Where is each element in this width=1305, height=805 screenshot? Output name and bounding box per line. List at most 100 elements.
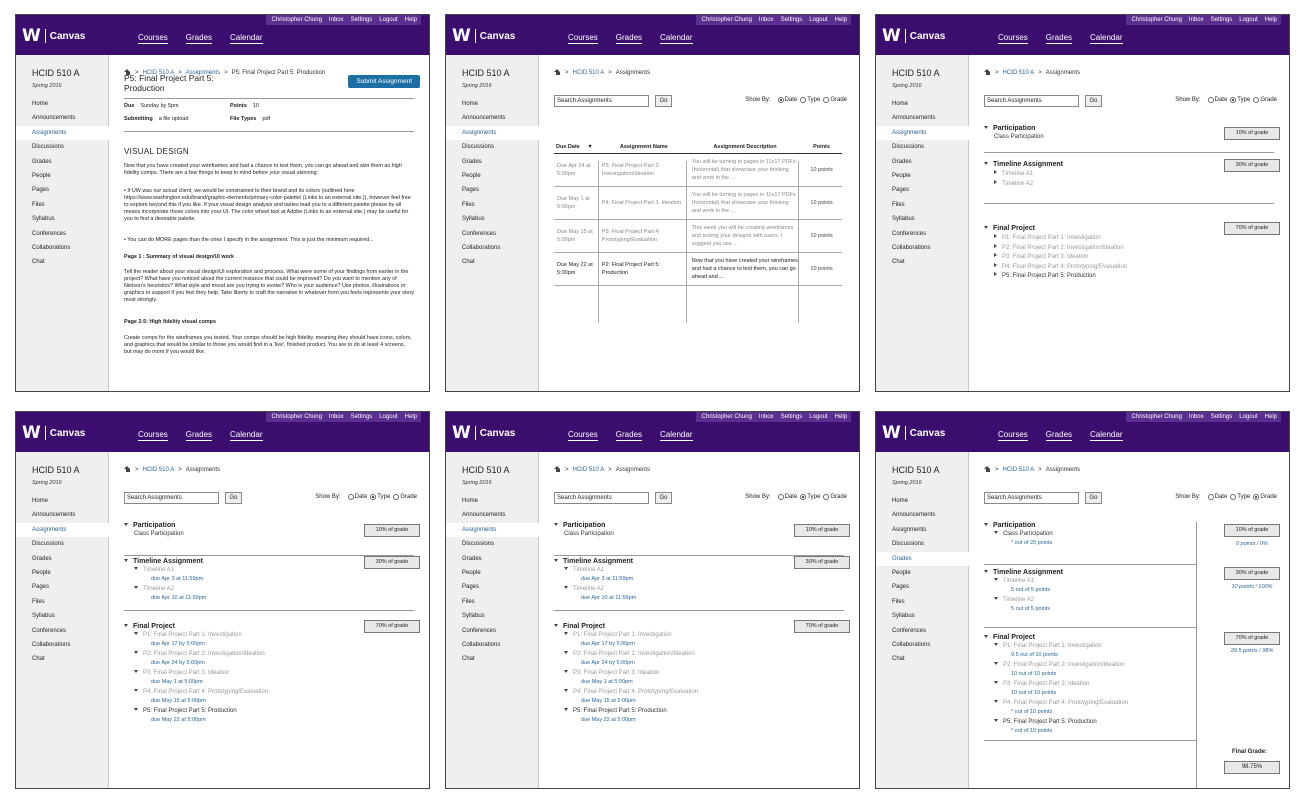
canvas-logo[interactable]: W Canvas — [452, 28, 515, 45]
sidebar-item-chat[interactable]: Chat — [16, 255, 109, 269]
show-by-type-radio[interactable] — [1230, 494, 1237, 500]
sidebar-item-announcements[interactable]: Announcements — [446, 111, 539, 125]
list-item[interactable]: Class Participation — [994, 531, 1053, 537]
group-title[interactable]: Participation — [984, 125, 1035, 132]
list-item[interactable]: P2: Final Project Part 2: Investigation/… — [994, 662, 1125, 668]
inbox-link[interactable]: Inbox — [1189, 17, 1204, 23]
show-by-date-radio[interactable] — [347, 494, 354, 500]
group-title[interactable]: Timeline Assignment — [554, 558, 633, 565]
list-item[interactable]: P1: Final Project Part 1: Investigation — [134, 632, 242, 638]
breadcrumb-course[interactable]: HCID 510 A — [143, 467, 175, 473]
global-nav-calendar[interactable]: Calendar — [660, 430, 693, 441]
list-item[interactable]: P3: Final Project Part 3: Ideation — [994, 253, 1088, 260]
group-title[interactable]: Timeline Assignment — [984, 161, 1063, 168]
sidebar-item-people[interactable]: People — [876, 169, 969, 183]
collapse-icon[interactable] — [984, 635, 988, 638]
show-by-grade-radio[interactable] — [1253, 97, 1260, 103]
list-item[interactable]: Class Participation — [134, 531, 184, 537]
list-item[interactable]: P5: Final Project Part 5: Production — [994, 719, 1097, 725]
home-icon[interactable] — [554, 466, 561, 472]
sidebar-item-announcements[interactable]: Announcements — [446, 508, 539, 522]
settings-link[interactable]: Settings — [351, 17, 373, 23]
sidebar-item-announcements[interactable]: Announcements — [876, 111, 969, 125]
show-by-date-radio[interactable] — [1207, 494, 1214, 500]
sidebar-item-syllabus[interactable]: Syllabus — [876, 609, 969, 623]
global-nav-grades[interactable]: Grades — [185, 430, 213, 441]
sort-down-icon[interactable]: ▼ — [587, 144, 592, 150]
help-link[interactable]: Help — [1265, 414, 1277, 420]
list-item[interactable]: Timeline A1 — [994, 578, 1034, 584]
list-item[interactable]: P2: Final Project Part 2: Investigation/… — [134, 651, 265, 657]
help-link[interactable]: Help — [405, 414, 417, 420]
list-item[interactable]: Timeline A2 — [134, 586, 174, 592]
canvas-logo[interactable]: W Canvas — [452, 425, 515, 442]
sidebar-item-files[interactable]: Files — [16, 595, 109, 609]
list-item[interactable]: Class Participation — [564, 531, 614, 537]
sidebar-item-home[interactable]: Home — [876, 97, 969, 111]
search-go-button[interactable]: Go — [1085, 492, 1102, 504]
global-nav-grades[interactable]: Grades — [615, 33, 643, 44]
list-item[interactable]: P4: Final Project Part 4: Prototyping/Ev… — [564, 689, 698, 695]
sidebar-item-home[interactable]: Home — [446, 97, 539, 111]
user-name-link[interactable]: Christopher Chung — [272, 17, 322, 23]
col-points[interactable]: Points — [801, 141, 842, 154]
group-title[interactable]: Final Project — [984, 634, 1035, 641]
show-by-type-radio[interactable] — [800, 494, 807, 500]
settings-link[interactable]: Settings — [1211, 414, 1233, 420]
sidebar-item-syllabus[interactable]: Syllabus — [16, 609, 109, 623]
global-nav-calendar[interactable]: Calendar — [230, 430, 263, 441]
assignment-name-link[interactable]: P5: Final Project Part 2: Investigation/… — [598, 153, 689, 187]
collapse-icon[interactable] — [124, 559, 128, 562]
show-by-grade-radio[interactable] — [1253, 494, 1260, 500]
search-go-button[interactable]: Go — [655, 95, 672, 107]
sidebar-item-home[interactable]: Home — [16, 494, 109, 508]
group-title[interactable]: Timeline Assignment — [984, 569, 1063, 576]
sidebar-item-discussions[interactable]: Discussions — [446, 537, 539, 551]
global-nav-courses[interactable]: Courses — [998, 430, 1028, 441]
collapse-icon[interactable] — [984, 523, 988, 526]
list-item[interactable]: Class Participation — [994, 134, 1044, 140]
help-link[interactable]: Help — [405, 17, 417, 23]
user-name-link[interactable]: Christopher Chung — [1132, 17, 1182, 23]
sidebar-item-home[interactable]: Home — [16, 97, 109, 111]
help-link[interactable]: Help — [835, 17, 847, 23]
list-item[interactable]: P1: Final Project Part 1: Investigation — [994, 234, 1101, 241]
list-item[interactable]: Timeline A1 — [994, 170, 1033, 177]
sidebar-item-conferences[interactable]: Conferences — [16, 624, 109, 638]
logout-link[interactable]: Logout — [379, 17, 397, 23]
sidebar-item-pages[interactable]: Pages — [16, 183, 109, 197]
sidebar-item-assignments[interactable]: Assignments — [16, 522, 109, 538]
show-by-date-radio[interactable] — [777, 97, 784, 103]
sidebar-item-conferences[interactable]: Conferences — [876, 624, 969, 638]
search-assignments-input[interactable]: Search Assignments — [984, 492, 1079, 504]
sidebar-item-assignments[interactable]: Assignments — [16, 125, 109, 141]
sidebar-item-pages[interactable]: Pages — [446, 580, 539, 594]
sidebar-item-collaborations[interactable]: Collaborations — [16, 241, 109, 255]
global-nav-grades[interactable]: Grades — [185, 33, 213, 44]
breadcrumb-course[interactable]: HCID 510 A — [573, 467, 605, 473]
search-go-button[interactable]: Go — [1085, 95, 1102, 107]
sidebar-item-collaborations[interactable]: Collaborations — [876, 241, 969, 255]
collapse-icon[interactable] — [124, 523, 128, 526]
inbox-link[interactable]: Inbox — [1189, 414, 1204, 420]
sidebar-item-chat[interactable]: Chat — [446, 255, 539, 269]
global-nav-courses[interactable]: Courses — [138, 430, 168, 441]
sidebar-item-people[interactable]: People — [16, 566, 109, 580]
group-title[interactable]: Timeline Assignment — [124, 558, 203, 565]
sidebar-item-chat[interactable]: Chat — [16, 652, 109, 666]
sidebar-item-home[interactable]: Home — [876, 494, 969, 508]
submit-assignment-button[interactable]: Submit Assignment — [348, 75, 420, 88]
sidebar-item-grades[interactable]: Grades — [16, 155, 109, 169]
search-assignments-input[interactable]: Search Assignments — [554, 95, 649, 107]
sidebar-item-chat[interactable]: Chat — [446, 652, 539, 666]
sidebar-item-collaborations[interactable]: Collaborations — [446, 241, 539, 255]
sidebar-item-conferences[interactable]: Conferences — [446, 624, 539, 638]
sidebar-item-grades[interactable]: Grades — [876, 551, 969, 566]
assignment-name-link[interactable]: P2: Final Project Part 5: Production — [598, 252, 689, 286]
collapse-icon[interactable] — [124, 624, 128, 627]
list-item[interactable]: P2: Final Project Part 2: Investigation/… — [564, 651, 695, 657]
settings-link[interactable]: Settings — [781, 17, 803, 23]
search-go-button[interactable]: Go — [655, 492, 672, 504]
sidebar-item-grades[interactable]: Grades — [446, 552, 539, 566]
canvas-logo[interactable]: W Canvas — [22, 28, 85, 45]
